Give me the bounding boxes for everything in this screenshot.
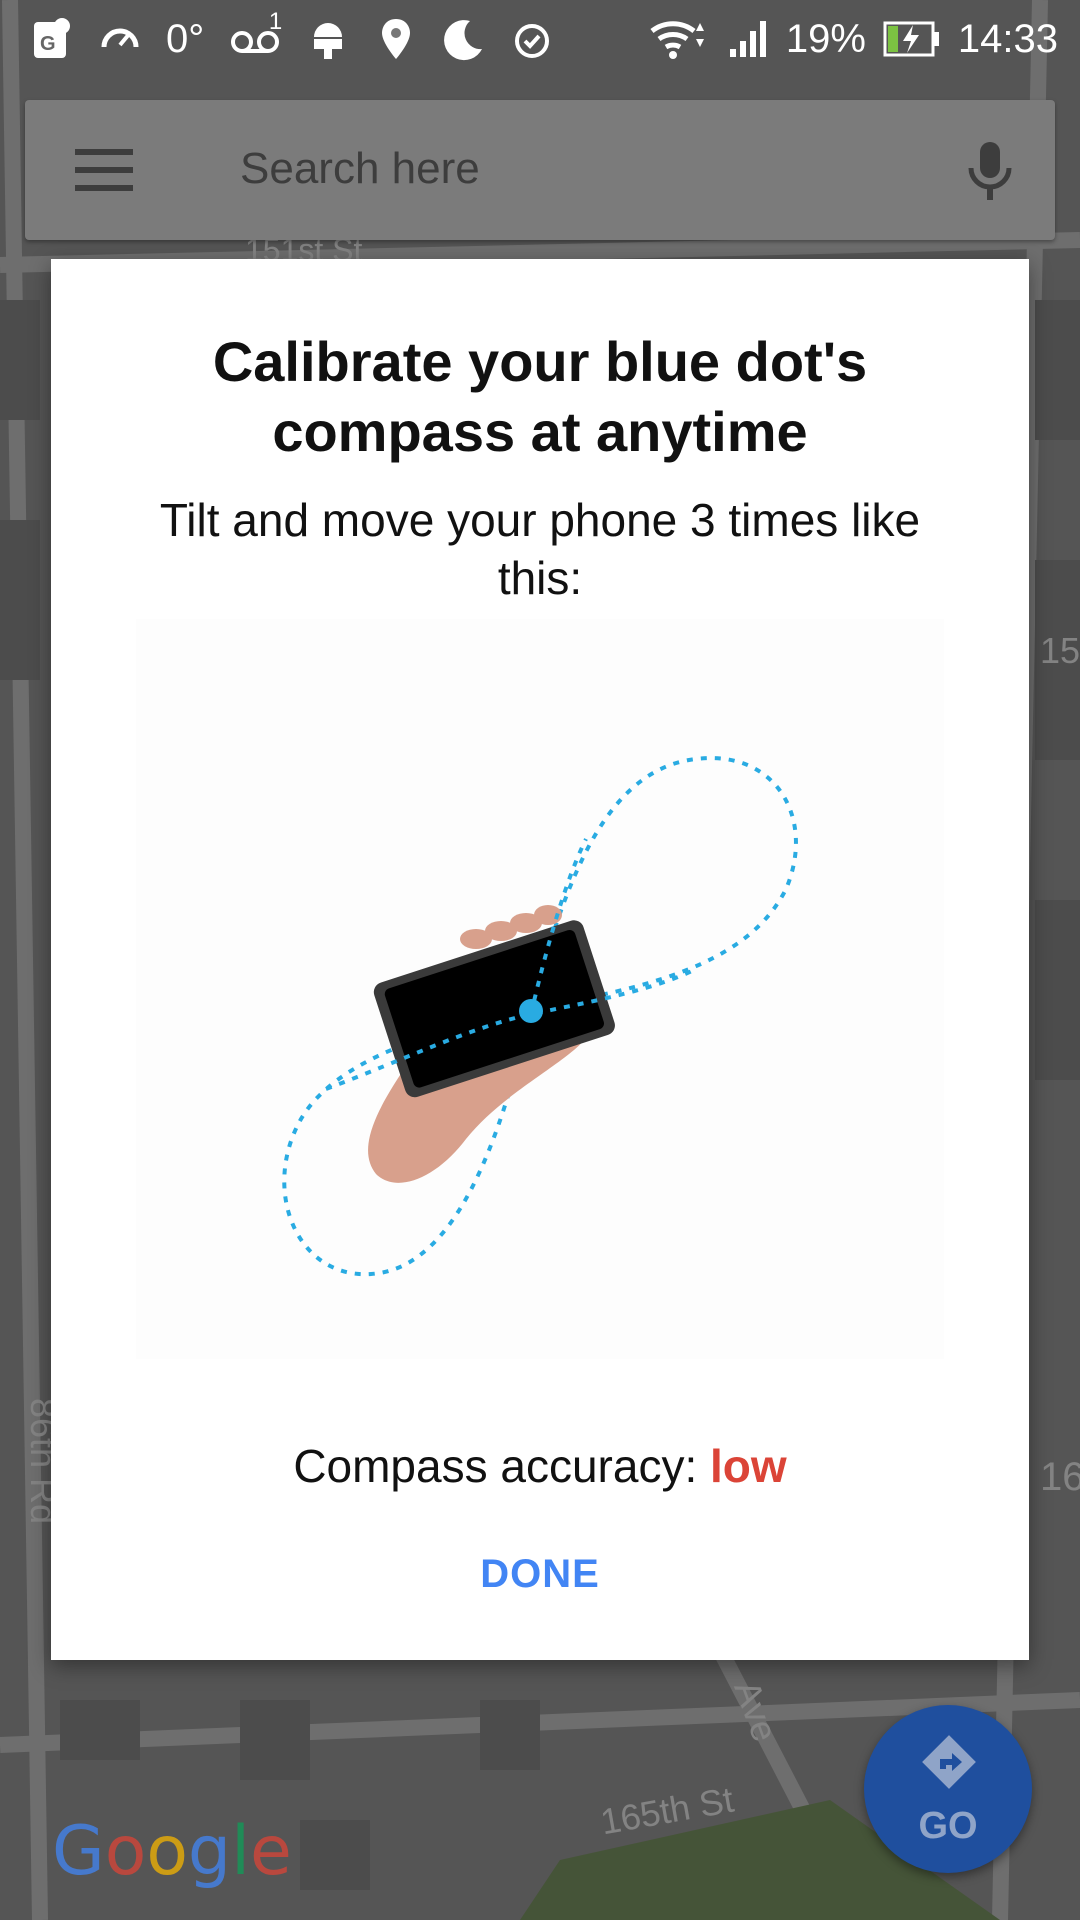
voicemail-icon: 1 bbox=[228, 8, 282, 66]
android-icon bbox=[306, 12, 350, 66]
blue-dot bbox=[519, 999, 543, 1023]
go-button[interactable]: GO bbox=[864, 1705, 1032, 1873]
battery-percent: 19% bbox=[785, 17, 866, 61]
directions-icon bbox=[918, 1731, 980, 1793]
svg-text:G: G bbox=[40, 33, 56, 55]
done-button[interactable]: DONE bbox=[455, 1534, 625, 1614]
mic-icon[interactable] bbox=[965, 140, 1015, 202]
signal-icon bbox=[726, 12, 770, 66]
maps-notification-icon: G bbox=[30, 12, 74, 66]
battery-charging-icon bbox=[882, 12, 942, 66]
accuracy-value: low bbox=[710, 1440, 787, 1492]
dialog-title: Calibrate your blue dot's compass at any… bbox=[212, 330, 868, 463]
compass-accuracy: Compass accuracy: low bbox=[51, 1439, 1029, 1493]
wifi-icon bbox=[646, 12, 710, 66]
temperature-text: 0° bbox=[166, 17, 205, 61]
figure-eight-animation bbox=[282, 756, 798, 1277]
speed-icon bbox=[98, 12, 142, 66]
calibrate-compass-dialog: Calibrate your blue dot's compass at any… bbox=[51, 259, 1029, 1660]
google-logo: Google bbox=[52, 1812, 292, 1891]
clock-time: 14:33 bbox=[957, 17, 1058, 61]
alarm-icon bbox=[510, 12, 554, 66]
moon-icon bbox=[442, 12, 486, 66]
search-input[interactable]: Search here bbox=[240, 144, 480, 194]
menu-icon[interactable] bbox=[75, 145, 133, 195]
calibration-illustration bbox=[136, 619, 944, 1359]
location-icon bbox=[374, 12, 418, 66]
status-bar: G 0° 1 19% 14:33 bbox=[0, 0, 1080, 78]
go-label: GO bbox=[918, 1805, 978, 1847]
dialog-subtitle: Tilt and move your phone 3 times like th… bbox=[159, 494, 921, 604]
accuracy-label: Compass accuracy: bbox=[293, 1440, 698, 1492]
voicemail-count: 1 bbox=[268, 8, 283, 35]
search-bar[interactable]: Search here bbox=[25, 100, 1055, 240]
